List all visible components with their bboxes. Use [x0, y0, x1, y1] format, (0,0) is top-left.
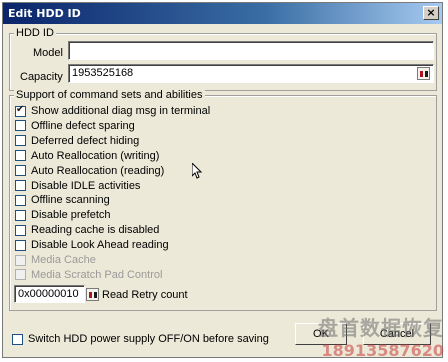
power-cycle-checkbox-row[interactable]: Switch HDD power supply OFF/ON before sa…: [12, 332, 269, 346]
option-label: Deferred defect hiding: [31, 134, 140, 147]
option-row: Media Cache: [15, 253, 96, 267]
capacity-field[interactable]: 1953525168: [68, 64, 434, 83]
option-checkbox[interactable]: [15, 165, 26, 177]
watermark: 盘首数据恢复 18913587620: [318, 312, 444, 360]
watermark-line1: 盘首数据恢复: [318, 316, 444, 340]
option-checkbox[interactable]: [15, 180, 26, 191]
option-checkbox[interactable]: [15, 120, 26, 132]
hdd-id-group-label: HDD ID: [14, 27, 56, 39]
close-button[interactable]: ×: [423, 6, 439, 20]
retry-count-spin-icon[interactable]: [86, 288, 99, 301]
option-row[interactable]: Show additional diag msg in terminal: [15, 104, 210, 118]
option-row[interactable]: Offline defect sparing: [15, 119, 135, 133]
power-cycle-checkbox[interactable]: [12, 333, 23, 345]
option-row: Media Scratch Pad Control: [15, 268, 162, 282]
option-label: Reading cache is disabled: [31, 224, 160, 237]
window-title: Edit HDD ID: [8, 7, 81, 20]
option-row[interactable]: Disable Look Ahead reading: [15, 238, 169, 252]
option-label: Media Cache: [31, 254, 96, 266]
capacity-spin-icon[interactable]: [417, 67, 430, 80]
option-row[interactable]: Disable IDLE activities: [15, 179, 140, 193]
option-checkbox[interactable]: [15, 104, 26, 117]
option-checkbox[interactable]: [15, 224, 26, 236]
option-checkbox[interactable]: [15, 239, 26, 251]
option-label: Auto Reallocation (writing): [31, 149, 160, 162]
option-label: Disable IDLE activities: [31, 179, 141, 192]
capacity-label: Capacity: [20, 71, 63, 83]
power-cycle-label: Switch HDD power supply OFF/ON before sa…: [28, 333, 269, 345]
option-checkbox: [15, 269, 26, 281]
option-label: Disable prefetch: [31, 209, 111, 222]
mouse-cursor-icon: [192, 163, 202, 179]
option-row[interactable]: Deferred defect hiding: [15, 134, 139, 148]
title-bar[interactable]: Edit HDD ID ×: [3, 3, 442, 24]
watermark-line2: 18913587620: [321, 341, 444, 360]
option-checkbox[interactable]: [15, 150, 26, 162]
option-row[interactable]: Auto Reallocation (writing): [15, 149, 159, 163]
support-group-label: Support of command sets and abilities: [14, 89, 205, 101]
option-row[interactable]: Disable prefetch: [15, 208, 111, 222]
option-row[interactable]: Auto Reallocation (reading): [15, 164, 164, 178]
option-checkbox: [15, 254, 26, 266]
option-label: Auto Reallocation (reading): [31, 164, 165, 177]
option-row[interactable]: Reading cache is disabled: [15, 223, 159, 237]
option-checkbox[interactable]: [15, 194, 26, 206]
edit-hdd-id-dialog: Edit HDD ID × HDD ID Model Capacity 1953…: [2, 2, 443, 358]
retry-count-field[interactable]: 0x00000010: [14, 285, 85, 303]
option-label: Media Scratch Pad Control: [31, 268, 163, 281]
option-label: Offline defect sparing: [31, 119, 135, 132]
option-label: Offline scanning: [31, 194, 110, 207]
model-field[interactable]: [68, 41, 434, 60]
option-label: Disable Look Ahead reading: [31, 239, 169, 252]
option-checkbox[interactable]: [15, 135, 26, 147]
option-row[interactable]: Offline scanning: [15, 193, 110, 207]
option-label: Show additional diag msg in terminal: [31, 105, 211, 117]
retry-count-label: Read Retry count: [102, 289, 188, 301]
model-label: Model: [33, 47, 63, 59]
option-checkbox[interactable]: [15, 209, 26, 221]
